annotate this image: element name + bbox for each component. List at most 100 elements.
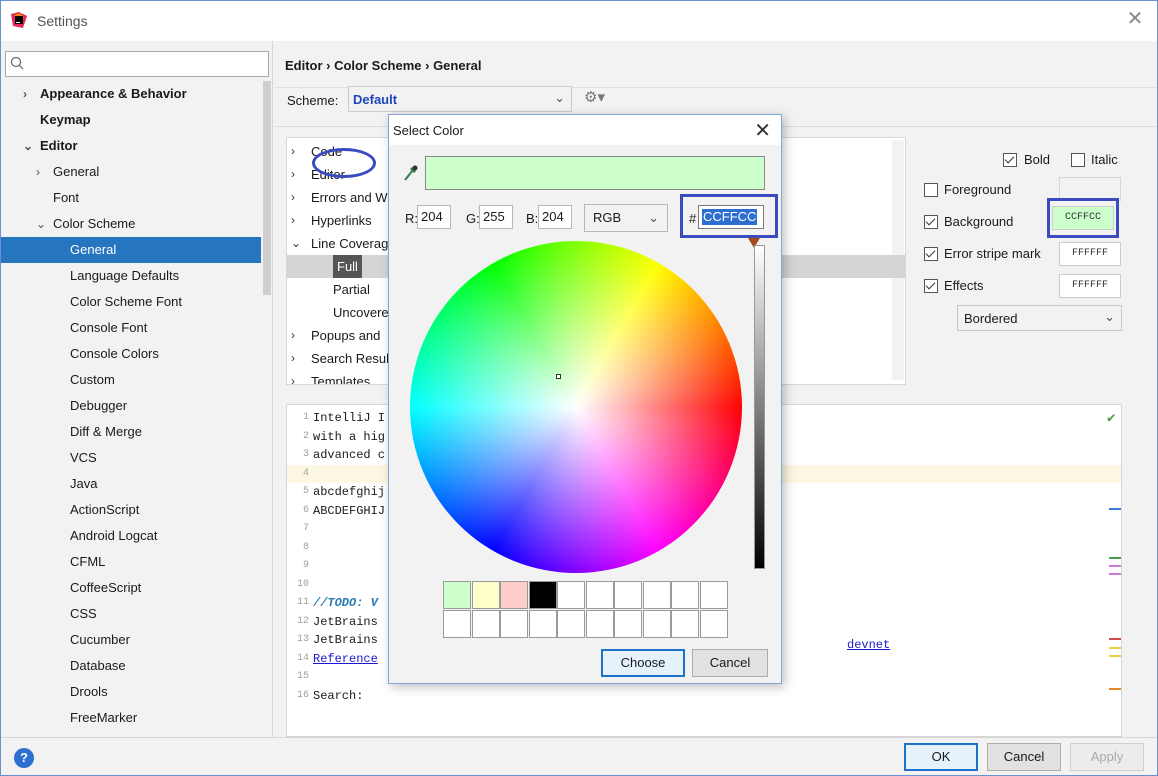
sidebar-item[interactable]: Diff & Merge — [1, 419, 261, 445]
sidebar-item-label: Language Defaults — [70, 268, 180, 283]
sidebar-item[interactable]: Android Logcat — [1, 523, 261, 549]
sidebar-item-label: Drools — [70, 684, 108, 699]
sidebar-item[interactable]: › Appearance & Behavior — [1, 81, 261, 107]
chevron-right-icon[interactable]: › — [23, 81, 27, 107]
effect-type-dropdown[interactable]: Bordered ⌄ — [957, 305, 1122, 331]
sidebar-item[interactable]: VCS — [1, 445, 261, 471]
g-input[interactable]: 255 — [479, 205, 513, 229]
help-icon[interactable]: ? — [14, 748, 34, 768]
sidebar-item[interactable]: Custom — [1, 367, 261, 393]
code-text: IntelliJ I — [313, 411, 386, 425]
bold-checkbox[interactable] — [1003, 153, 1017, 167]
choose-button[interactable]: Choose — [601, 649, 685, 677]
effects-checkbox[interactable] — [924, 279, 938, 293]
sidebar-item[interactable]: Console Colors — [1, 341, 261, 367]
sidebar-item[interactable]: Color Scheme Font — [1, 289, 261, 315]
color-swatch[interactable] — [699, 610, 728, 638]
eyedropper-icon[interactable] — [403, 164, 419, 182]
color-swatch[interactable] — [557, 581, 585, 609]
sidebar-item[interactable]: Database — [1, 653, 261, 679]
color-swatch[interactable] — [471, 581, 500, 609]
sidebar-item[interactable]: CoffeeScript — [1, 575, 261, 601]
color-wheel-cursor[interactable] — [556, 374, 561, 379]
sidebar-item[interactable]: Cucumber — [1, 627, 261, 653]
color-swatch[interactable] — [642, 610, 671, 638]
italic-checkbox[interactable] — [1071, 153, 1085, 167]
settings-search-input[interactable] — [5, 51, 269, 77]
code-text: Reference — [313, 651, 378, 666]
dialog-cancel-button[interactable]: Cancel — [692, 649, 768, 677]
sidebar-item[interactable]: CFML — [1, 549, 261, 575]
sidebar-item[interactable]: Console Font — [1, 315, 261, 341]
scheme-dropdown[interactable]: Default ⌄ — [348, 86, 572, 112]
brightness-slider[interactable] — [754, 245, 765, 569]
color-swatch[interactable] — [500, 581, 528, 609]
sidebar-item[interactable]: Debugger — [1, 393, 261, 419]
sidebar-item-label: Font — [53, 190, 80, 205]
code-link-devnet[interactable]: devnet — [847, 638, 890, 652]
settings-sidebar: › Appearance & Behavior Keymap ⌄ Editor › Gene… — [1, 41, 273, 737]
color-swatch[interactable] — [671, 610, 699, 638]
line-number: 5 — [302, 486, 309, 497]
sidebar-scrollbar[interactable] — [263, 81, 271, 295]
color-swatch[interactable] — [500, 610, 528, 638]
gear-icon[interactable]: ⚙▾ — [584, 88, 605, 106]
background-checkbox[interactable] — [924, 215, 938, 229]
color-swatch[interactable] — [585, 581, 614, 609]
foreground-checkbox[interactable] — [924, 183, 938, 197]
ok-button[interactable]: OK — [904, 743, 978, 771]
effect-type-value: Bordered — [964, 311, 1018, 326]
color-swatch[interactable] — [471, 610, 500, 638]
chevron-right-icon[interactable]: › — [291, 163, 295, 186]
color-swatch[interactable] — [557, 610, 585, 638]
color-mode-dropdown[interactable]: RGB ⌄ — [584, 204, 668, 232]
r-input[interactable]: 204 — [417, 205, 451, 229]
close-icon[interactable]: ✕ — [754, 118, 771, 143]
sidebar-item[interactable]: CSS — [1, 601, 261, 627]
chevron-right-icon[interactable]: › — [291, 347, 295, 370]
sidebar-item[interactable]: ⌄ Editor — [1, 133, 261, 159]
code-text: JetBrains — [313, 633, 378, 647]
line-number: 13 — [296, 634, 309, 645]
intellij-logo-icon — [11, 12, 27, 28]
sidebar-item[interactable]: FreeMarker — [1, 705, 261, 731]
sidebar-item[interactable]: › General — [1, 159, 261, 185]
error-stripe-color-box[interactable]: FFFFFF — [1059, 242, 1121, 266]
color-wheel[interactable] — [410, 241, 742, 573]
color-swatch[interactable] — [443, 610, 471, 638]
color-swatch[interactable] — [528, 610, 557, 638]
close-icon[interactable]: ✕ — [1125, 9, 1145, 29]
sidebar-item[interactable]: Drools — [1, 679, 261, 705]
color-swatch[interactable] — [642, 581, 671, 609]
chevron-right-icon[interactable]: › — [36, 159, 40, 185]
apply-button[interactable]: Apply — [1070, 743, 1144, 771]
sidebar-item[interactable]: ⌄ Color Scheme — [1, 211, 261, 237]
chevron-right-icon[interactable]: › — [291, 186, 295, 209]
chevron-right-icon[interactable]: › — [291, 370, 295, 384]
sidebar-item[interactable]: General — [1, 237, 261, 263]
color-swatch[interactable] — [671, 581, 699, 609]
hex-annotation-box — [680, 194, 778, 238]
sidebar-item[interactable]: ActionScript — [1, 497, 261, 523]
effects-color-box[interactable]: FFFFFF — [1059, 274, 1121, 298]
sidebar-item[interactable]: Font — [1, 185, 261, 211]
chevron-right-icon[interactable]: › — [291, 140, 295, 163]
sidebar-item-label: General — [53, 164, 100, 179]
error-stripe-checkbox[interactable] — [924, 247, 938, 261]
color-swatch[interactable] — [614, 581, 642, 609]
chevron-down-icon[interactable]: ⌄ — [291, 232, 301, 255]
sidebar-item[interactable]: Language Defaults — [1, 263, 261, 289]
chevron-down-icon[interactable]: ⌄ — [23, 133, 33, 159]
chevron-down-icon[interactable]: ⌄ — [36, 211, 46, 237]
sidebar-item[interactable]: Keymap — [1, 107, 261, 133]
cancel-button[interactable]: Cancel — [987, 743, 1061, 771]
chevron-right-icon[interactable]: › — [291, 209, 295, 232]
b-input[interactable]: 204 — [538, 205, 572, 229]
color-swatch[interactable] — [614, 610, 642, 638]
color-swatch[interactable] — [585, 610, 614, 638]
color-swatch[interactable] — [528, 581, 557, 609]
color-swatch[interactable] — [699, 581, 728, 609]
sidebar-item[interactable]: Java — [1, 471, 261, 497]
color-swatch[interactable] — [443, 581, 471, 609]
chevron-right-icon[interactable]: › — [291, 324, 295, 347]
